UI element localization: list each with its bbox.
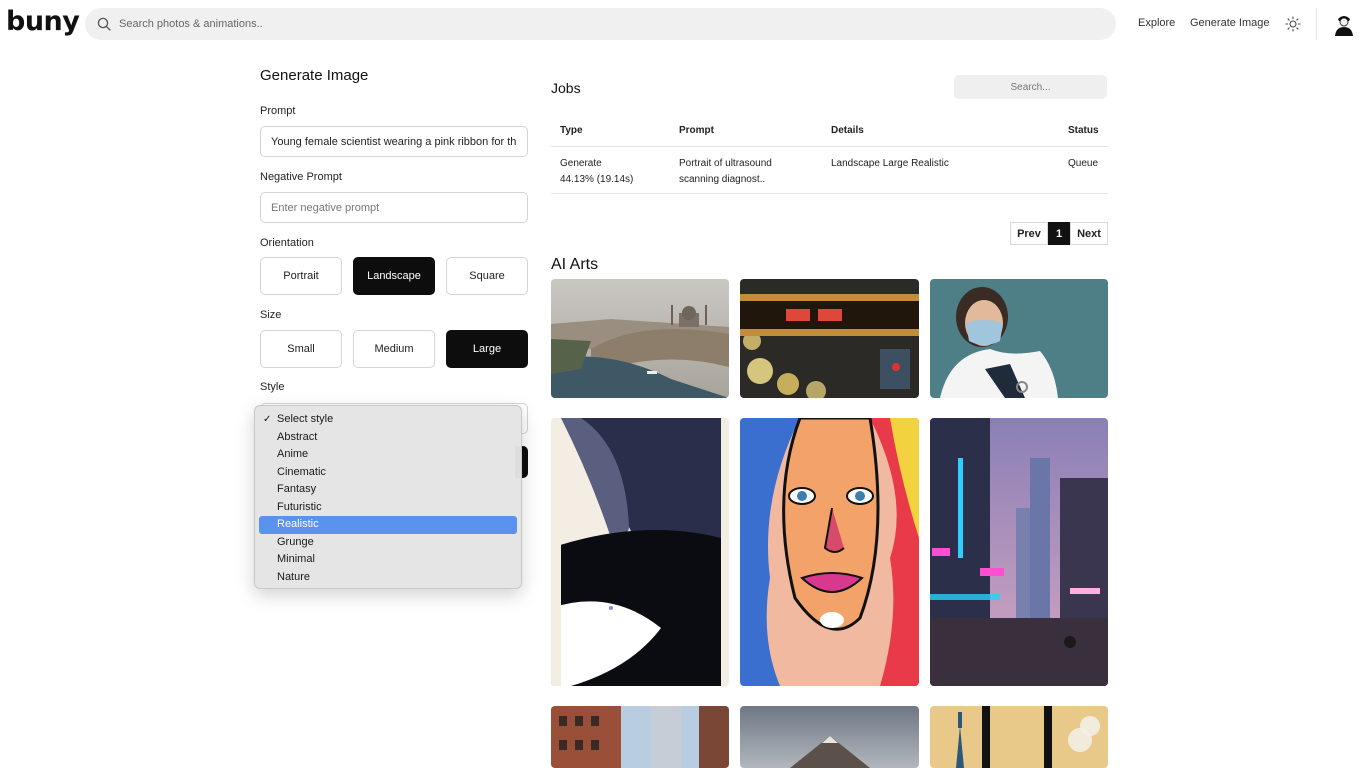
top-nav-bar: buny Explore Generate Image	[0, 0, 1366, 48]
art-masked-doctor[interactable]	[930, 279, 1108, 398]
art-brick-skyscrapers[interactable]	[551, 706, 729, 768]
global-search-input[interactable]	[119, 18, 1019, 30]
size-label: Size	[260, 309, 282, 321]
jobs-search-input[interactable]	[954, 75, 1107, 99]
style-option[interactable]: Fantasy	[259, 481, 517, 499]
job-prompt-line: scanning diagnost..	[679, 174, 766, 185]
art-art-deco-building[interactable]	[930, 706, 1108, 768]
generate-image-title: Generate Image	[260, 67, 369, 84]
style-dropdown-list: ✓ Select style Abstract Anime Cinematic F…	[254, 405, 522, 589]
column-header-status: Status	[1068, 125, 1099, 136]
negative-prompt-input[interactable]	[260, 192, 528, 223]
brand-logo[interactable]: buny	[6, 6, 80, 37]
header-divider	[1316, 8, 1317, 40]
column-header-details: Details	[831, 125, 864, 136]
style-option[interactable]: Minimal	[259, 551, 517, 569]
column-header-type: Type	[560, 125, 583, 136]
pagination-next-button[interactable]: Next	[1070, 222, 1108, 245]
column-header-prompt: Prompt	[679, 125, 714, 136]
search-icon	[97, 17, 111, 31]
art-city-waterfront[interactable]	[551, 279, 729, 398]
negative-prompt-label: Negative Prompt	[260, 171, 342, 183]
art-pop-art-face[interactable]	[740, 418, 919, 686]
job-status: Queue	[1068, 158, 1099, 169]
ai-arts-title: AI Arts	[551, 256, 599, 273]
size-medium-button[interactable]: Medium	[353, 330, 435, 368]
style-option[interactable]: ✓ Select style	[259, 411, 517, 429]
job-progress: 44.13% (19.14s)	[560, 174, 634, 185]
orientation-portrait-button[interactable]: Portrait	[260, 257, 342, 295]
size-large-button[interactable]: Large	[446, 330, 528, 368]
jobs-title: Jobs	[551, 80, 581, 96]
job-type: Generate	[560, 158, 602, 169]
art-mountain-peak[interactable]	[740, 706, 919, 768]
prompt-label: Prompt	[260, 105, 296, 117]
nav-explore-link[interactable]: Explore	[1138, 17, 1175, 29]
table-header-divider	[551, 146, 1108, 147]
orientation-square-button[interactable]: Square	[446, 257, 528, 295]
style-option[interactable]: Abstract	[259, 429, 517, 447]
table-row-divider	[551, 193, 1108, 194]
user-avatar[interactable]	[1334, 12, 1354, 36]
orientation-landscape-button[interactable]: Landscape	[353, 257, 435, 295]
style-option[interactable]: Cinematic	[259, 464, 517, 482]
pagination-prev-button[interactable]: Prev	[1010, 222, 1048, 245]
job-prompt-cell: Portrait of ultrasound scanning diagnost…	[679, 156, 772, 188]
style-option[interactable]: Nature	[259, 569, 517, 587]
art-planet-space[interactable]	[551, 418, 729, 686]
style-option-highlighted[interactable]: Realistic	[259, 516, 517, 534]
size-small-button[interactable]: Small	[260, 330, 342, 368]
art-cyberpunk-street[interactable]	[930, 418, 1108, 686]
prompt-input[interactable]	[260, 126, 528, 157]
style-label: Style	[260, 381, 285, 393]
checkmark-icon: ✓	[263, 414, 272, 425]
global-search-bar[interactable]	[85, 8, 1116, 40]
job-prompt-line: Portrait of ultrasound	[679, 158, 772, 169]
style-option[interactable]: Futuristic	[259, 499, 517, 517]
sun-icon[interactable]	[1285, 16, 1301, 32]
art-neon-sign[interactable]	[740, 279, 919, 398]
job-type-cell: Generate 44.13% (19.14s)	[560, 156, 633, 188]
nav-generate-image-link[interactable]: Generate Image	[1190, 17, 1270, 29]
style-option[interactable]: Anime	[259, 446, 517, 464]
orientation-label: Orientation	[260, 237, 314, 249]
style-option[interactable]: Grunge	[259, 534, 517, 552]
pagination-page-1[interactable]: 1	[1048, 222, 1070, 245]
job-details: Landscape Large Realistic	[831, 158, 949, 169]
